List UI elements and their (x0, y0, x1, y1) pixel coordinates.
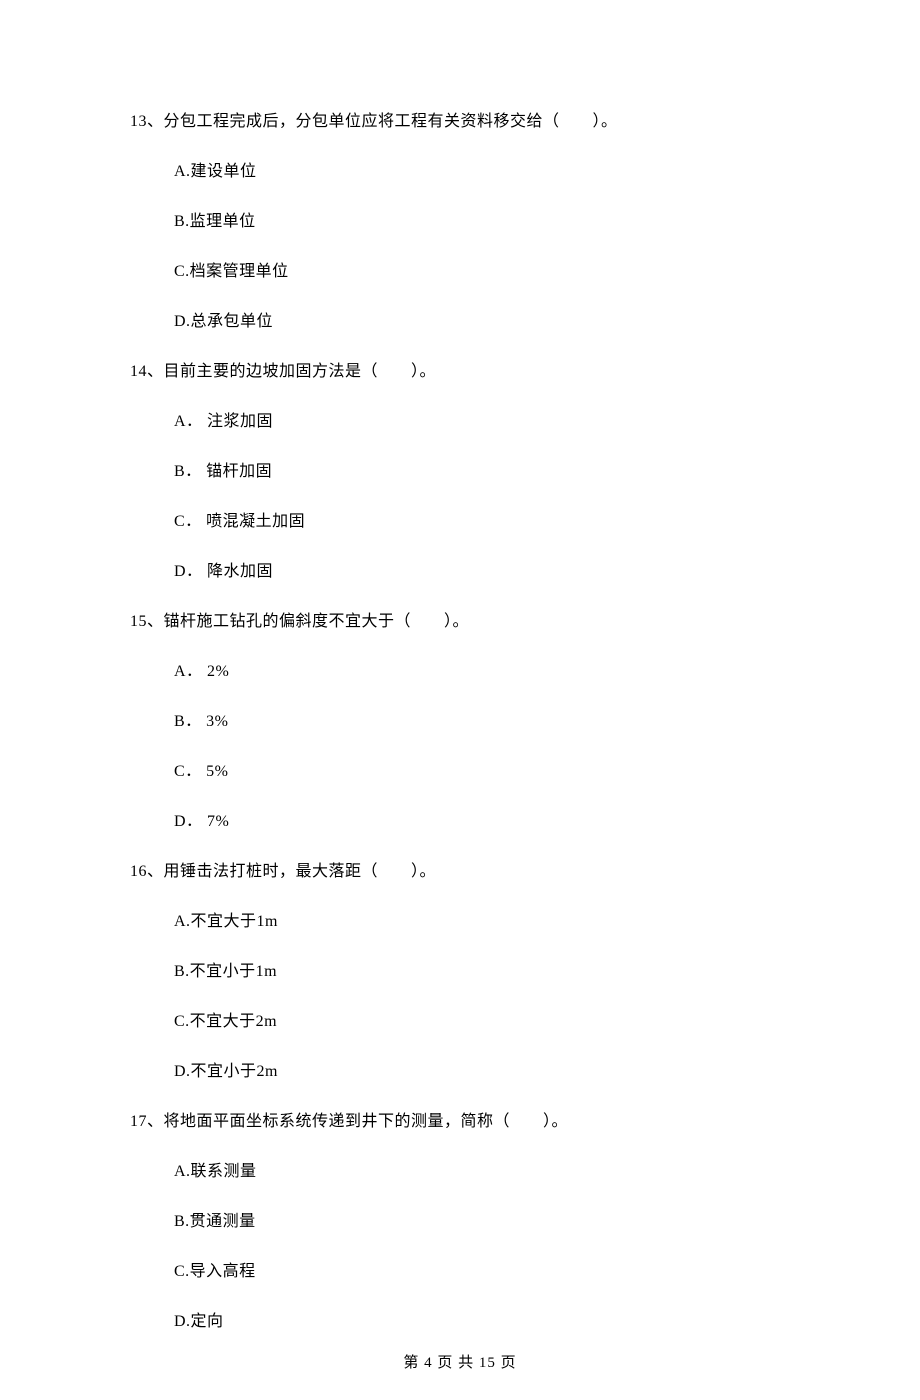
option-b: B.贯通测量 (174, 1210, 790, 1234)
question-stem: 14、目前主要的边坡加固方法是（ ）。 (130, 360, 790, 384)
option-list: A． 注浆加固 B． 锚杆加固 C． 喷混凝土加固 D． 降水加固 (130, 410, 790, 584)
option-c: C.导入高程 (174, 1260, 790, 1284)
option-list: A.建设单位 B.监理单位 C.档案管理单位 D.总承包单位 (130, 160, 790, 334)
question-number: 14、 (130, 363, 164, 380)
question-13: 13、分包工程完成后，分包单位应将工程有关资料移交给（ ）。 A.建设单位 B.… (130, 110, 790, 334)
option-c: C.不宜大于2m (174, 1010, 790, 1034)
option-d: D.定向 (174, 1310, 790, 1334)
option-c: C． 喷混凝土加固 (174, 510, 790, 534)
option-d: D.不宜小于2m (174, 1060, 790, 1084)
option-d: D． 降水加固 (174, 560, 790, 584)
question-14: 14、目前主要的边坡加固方法是（ ）。 A． 注浆加固 B． 锚杆加固 C． 喷… (130, 360, 790, 584)
option-b: B． 3% (174, 710, 790, 734)
option-c: C． 5% (174, 760, 790, 784)
question-stem: 16、用锤击法打桩时，最大落距（ ）。 (130, 860, 790, 884)
option-list: A.不宜大于1m B.不宜小于1m C.不宜大于2m D.不宜小于2m (130, 910, 790, 1084)
option-a: A.建设单位 (174, 160, 790, 184)
question-number: 13、 (130, 113, 164, 130)
option-b: B.不宜小于1m (174, 960, 790, 984)
option-a: A． 2% (174, 660, 790, 684)
option-b: B.监理单位 (174, 210, 790, 234)
question-15: 15、锚杆施工钻孔的偏斜度不宜大于（ ）。 A． 2% B． 3% C． 5% … (130, 610, 790, 834)
document-page: 13、分包工程完成后，分包单位应将工程有关资料移交给（ ）。 A.建设单位 B.… (0, 0, 920, 1400)
option-d: D． 7% (174, 810, 790, 834)
option-list: A.联系测量 B.贯通测量 C.导入高程 D.定向 (130, 1160, 790, 1334)
option-list: A． 2% B． 3% C． 5% D． 7% (130, 660, 790, 834)
question-text: 分包工程完成后，分包单位应将工程有关资料移交给（ ）。 (164, 113, 618, 130)
question-stem: 17、将地面平面坐标系统传递到井下的测量，简称（ ）。 (130, 1110, 790, 1134)
option-a: A． 注浆加固 (174, 410, 790, 434)
question-17: 17、将地面平面坐标系统传递到井下的测量，简称（ ）。 A.联系测量 B.贯通测… (130, 1110, 790, 1334)
option-c: C.档案管理单位 (174, 260, 790, 284)
question-stem: 13、分包工程完成后，分包单位应将工程有关资料移交给（ ）。 (130, 110, 790, 134)
question-stem: 15、锚杆施工钻孔的偏斜度不宜大于（ ）。 (130, 610, 790, 634)
question-16: 16、用锤击法打桩时，最大落距（ ）。 A.不宜大于1m B.不宜小于1m C.… (130, 860, 790, 1084)
question-text: 锚杆施工钻孔的偏斜度不宜大于（ ）。 (164, 613, 470, 630)
question-text: 用锤击法打桩时，最大落距（ ）。 (164, 863, 437, 880)
option-d: D.总承包单位 (174, 310, 790, 334)
page-footer: 第 4 页 共 15 页 (0, 1351, 920, 1372)
question-number: 17、 (130, 1113, 164, 1130)
question-number: 16、 (130, 863, 164, 880)
question-number: 15、 (130, 613, 164, 630)
question-text: 目前主要的边坡加固方法是（ ）。 (164, 363, 437, 380)
option-b: B． 锚杆加固 (174, 460, 790, 484)
option-a: A.联系测量 (174, 1160, 790, 1184)
option-a: A.不宜大于1m (174, 910, 790, 934)
question-text: 将地面平面坐标系统传递到井下的测量，简称（ ）。 (164, 1113, 569, 1130)
